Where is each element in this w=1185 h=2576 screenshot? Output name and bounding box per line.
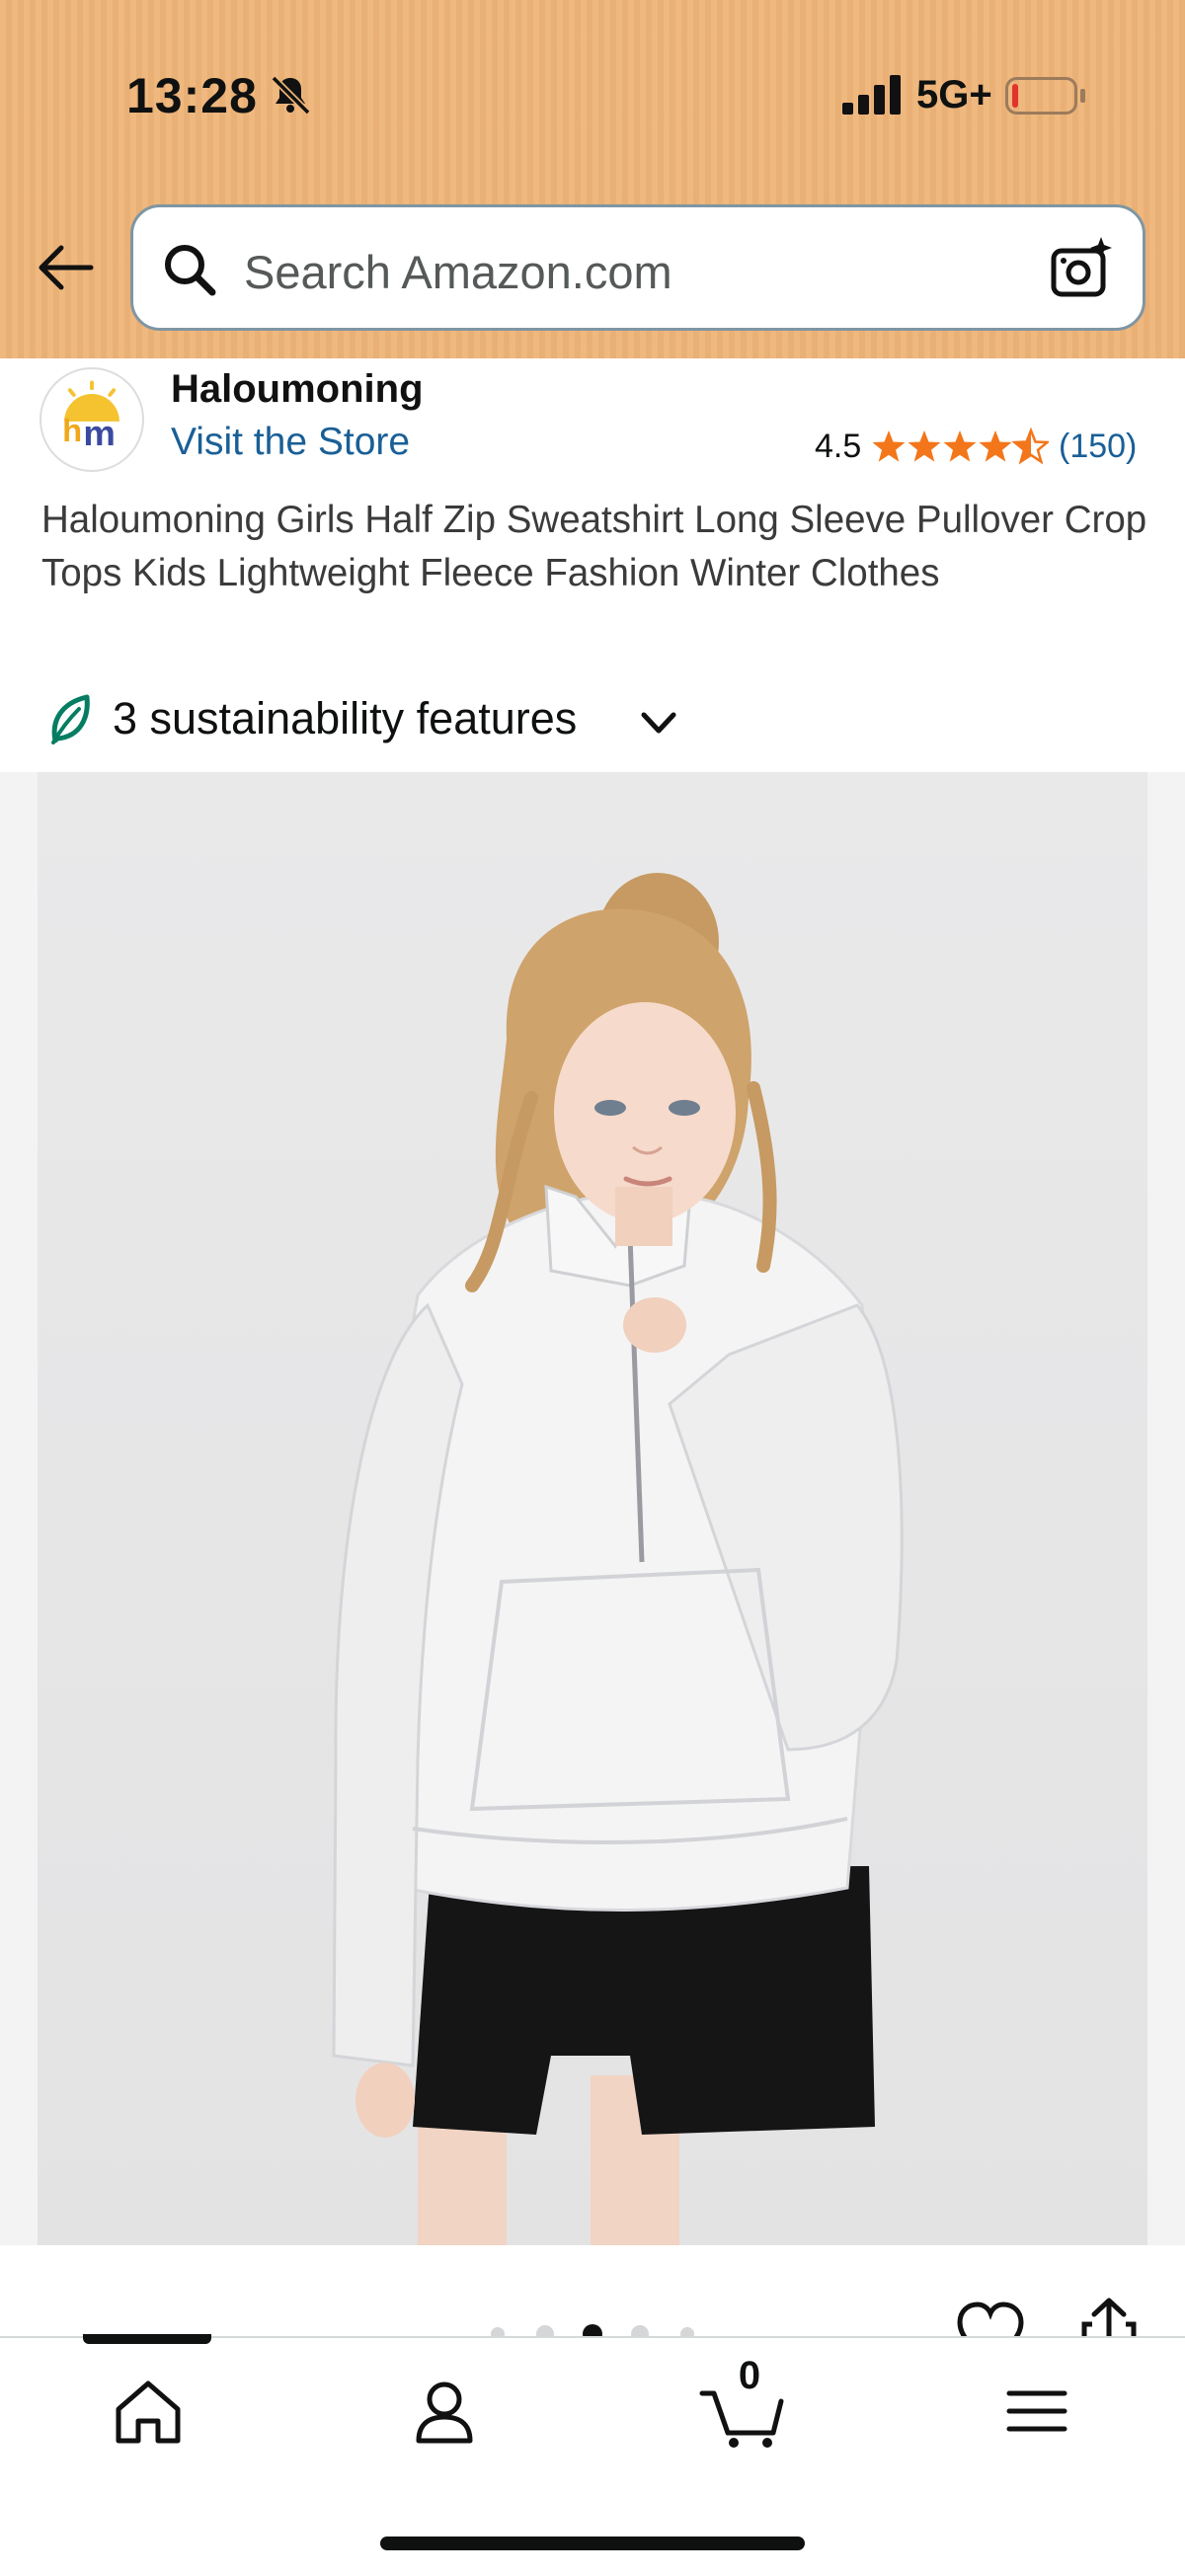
signal-icon <box>842 75 901 115</box>
home-indicator-bar <box>380 2537 805 2550</box>
camera-sparkle-icon[interactable] <box>1050 235 1115 300</box>
leaf-icon <box>51 694 90 744</box>
account-icon[interactable] <box>405 2372 484 2451</box>
menu-icon[interactable] <box>997 2372 1076 2451</box>
product-photo <box>332 873 904 2245</box>
brand-logo-art: h m <box>62 380 119 453</box>
sustainability-features-link[interactable]: 3 sustainability features <box>113 693 577 744</box>
arrow-left-icon[interactable] <box>36 243 95 292</box>
status-time: 13:28 <box>126 68 258 123</box>
chevron-down-icon[interactable] <box>640 709 677 739</box>
search-placeholder: Search Amazon.com <box>244 246 672 298</box>
search-icon[interactable] <box>161 241 218 298</box>
rating-count-link[interactable]: (150) <box>1059 428 1137 466</box>
nav-active-indicator <box>83 2334 211 2344</box>
bell-slash-icon <box>271 75 311 116</box>
search-input[interactable]: Search Amazon.com <box>130 204 1146 331</box>
rating-value: 4.5 <box>815 428 862 465</box>
cart-count: 0 <box>738 2354 761 2397</box>
product-image[interactable] <box>38 772 1147 2245</box>
star-rating-icon[interactable] <box>871 427 1049 466</box>
home-icon[interactable] <box>109 2372 188 2451</box>
battery-low-icon <box>1005 77 1085 115</box>
visit-store-link[interactable]: Visit the Store <box>171 421 410 464</box>
brand-name: Haloumoning <box>171 367 424 411</box>
network-label: 5G+ <box>916 73 992 117</box>
svg-text:m: m <box>83 413 115 453</box>
brand-logo[interactable]: h m <box>40 367 144 472</box>
svg-text:h: h <box>62 412 82 448</box>
product-title: Haloumoning Girls Half Zip Sweatshirt Lo… <box>41 499 1147 594</box>
